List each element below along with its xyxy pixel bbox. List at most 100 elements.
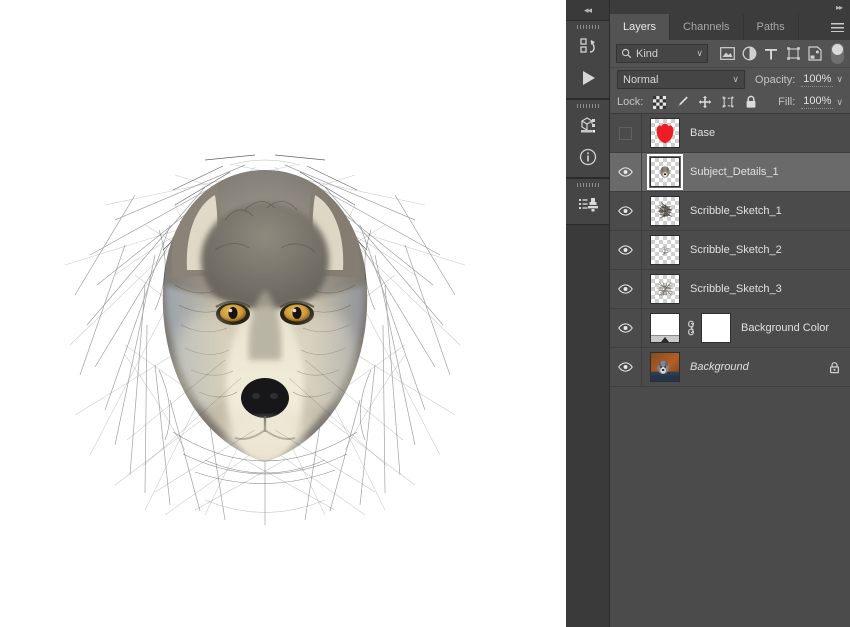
lock-buttons bbox=[652, 95, 758, 109]
layer-visibility-toggle[interactable] bbox=[610, 309, 642, 347]
panel-drag-grip[interactable] bbox=[566, 21, 609, 30]
play-icon[interactable] bbox=[566, 62, 609, 94]
shape-layer-filter-icon[interactable] bbox=[782, 43, 804, 65]
layer-mask-thumbnail[interactable] bbox=[701, 313, 731, 343]
rail-group-3d-info bbox=[566, 99, 609, 178]
photoshop-window: ◂◂ ▸▸ Layers Channels Paths Kind ∨ Norma… bbox=[0, 0, 850, 627]
layer-thumbnail-cell bbox=[642, 352, 680, 382]
rail-collapse-button[interactable]: ◂◂ bbox=[566, 0, 609, 20]
blend-mode-select[interactable]: Normal ∨ bbox=[617, 70, 745, 89]
table-row[interactable]: Base bbox=[610, 114, 850, 153]
layer-thumbnail-cell bbox=[642, 196, 680, 226]
layer-visibility-toggle[interactable] bbox=[610, 192, 642, 230]
filter-type-icons bbox=[716, 43, 826, 65]
layer-name[interactable]: Scribble_Sketch_3 bbox=[690, 283, 782, 295]
eye-visible-icon bbox=[618, 362, 633, 372]
double-chevron-right-icon[interactable]: ▸▸ bbox=[836, 3, 843, 12]
layer-thumbnail-cell bbox=[642, 274, 680, 304]
tab-layers[interactable]: Layers bbox=[610, 14, 671, 40]
chevron-down-icon[interactable]: ∨ bbox=[836, 97, 843, 108]
tab-layers-label: Layers bbox=[623, 21, 657, 33]
opacity-value[interactable]: 100% bbox=[801, 73, 834, 87]
layer-list[interactable]: Base Subject_Details_1 Scribble_Sketch_1… bbox=[610, 114, 850, 627]
filter-kind-label: Kind bbox=[636, 47, 659, 60]
double-chevron-left-icon: ◂◂ bbox=[583, 4, 592, 15]
panel-drag-grip[interactable] bbox=[566, 179, 609, 188]
link-mask-icon[interactable] bbox=[685, 320, 696, 336]
eye-visible-icon bbox=[618, 284, 633, 294]
lock-position-icon[interactable] bbox=[698, 95, 712, 109]
chevron-down-icon: ∨ bbox=[732, 74, 739, 84]
layer-thumbnail-cell bbox=[642, 154, 683, 190]
layer-name[interactable]: Background bbox=[690, 361, 749, 373]
wolf-artwork bbox=[55, 110, 475, 530]
tab-paths[interactable]: Paths bbox=[744, 14, 799, 40]
table-row[interactable]: Background Color bbox=[610, 309, 850, 348]
info-icon[interactable] bbox=[566, 141, 609, 173]
document-canvas[interactable] bbox=[0, 0, 566, 627]
layer-list-empty-space bbox=[610, 387, 850, 587]
layer-name[interactable]: Scribble_Sketch_2 bbox=[690, 244, 782, 256]
layer-thumbnail-cell bbox=[642, 313, 731, 343]
layer-thumbnail-base[interactable] bbox=[650, 118, 680, 148]
tab-channels[interactable]: Channels bbox=[670, 14, 744, 40]
rail-group-clone-source bbox=[566, 178, 609, 225]
layer-thumbnail-scribble-1[interactable] bbox=[650, 196, 680, 226]
type-layer-filter-icon[interactable] bbox=[760, 43, 782, 65]
pixel-layer-filter-icon[interactable] bbox=[716, 43, 738, 65]
layer-visibility-toggle[interactable] bbox=[610, 153, 642, 191]
layer-visibility-toggle[interactable] bbox=[610, 270, 642, 308]
eye-visible-icon bbox=[618, 167, 633, 177]
lock-icon bbox=[830, 361, 840, 373]
table-row[interactable]: Scribble_Sketch_3 bbox=[610, 270, 850, 309]
wolf-head bbox=[162, 170, 368, 462]
history-actions-icon[interactable] bbox=[566, 30, 609, 62]
fill-slider-indicator bbox=[651, 335, 679, 342]
blend-opacity-row: Normal ∨ Opacity: 100% ∨ bbox=[610, 68, 850, 91]
layer-thumbnail-scribble-3[interactable] bbox=[650, 274, 680, 304]
layer-locked-badge bbox=[829, 361, 840, 374]
layer-thumbnail-subject-details[interactable] bbox=[647, 154, 683, 190]
filter-enable-toggle[interactable] bbox=[831, 43, 844, 64]
table-row[interactable]: Background bbox=[610, 348, 850, 387]
hamburger-menu-icon[interactable] bbox=[825, 14, 850, 40]
lock-fill-row: Lock: Fill: 100% ∨ bbox=[610, 91, 850, 114]
chevron-down-icon[interactable]: ∨ bbox=[836, 74, 843, 85]
blend-mode-value: Normal bbox=[623, 73, 659, 86]
search-icon bbox=[621, 48, 632, 59]
lock-label: Lock: bbox=[617, 96, 644, 108]
panel-collapse-bar[interactable]: ▸▸ bbox=[610, 0, 850, 14]
layer-visibility-toggle[interactable] bbox=[610, 231, 642, 269]
adjustment-layer-filter-icon[interactable] bbox=[738, 43, 760, 65]
table-row[interactable]: Scribble_Sketch_2 bbox=[610, 231, 850, 270]
layer-name[interactable]: Background Color bbox=[741, 322, 829, 334]
layer-thumbnail-fill-adjustment[interactable] bbox=[650, 313, 680, 343]
clone-source-icon[interactable] bbox=[566, 188, 609, 220]
eye-hidden-icon[interactable] bbox=[619, 126, 632, 140]
collapsed-panel-rail: ◂◂ bbox=[566, 0, 610, 627]
fill-label: Fill: bbox=[778, 96, 796, 108]
tab-paths-label: Paths bbox=[756, 21, 785, 33]
panel-drag-grip[interactable] bbox=[566, 100, 609, 109]
filter-kind-select[interactable]: Kind ∨ bbox=[616, 44, 708, 63]
eye-visible-icon bbox=[618, 323, 633, 333]
layer-name[interactable]: Base bbox=[690, 127, 715, 139]
layer-thumbnail-cell bbox=[642, 118, 680, 148]
table-row[interactable]: Scribble_Sketch_1 bbox=[610, 192, 850, 231]
lock-image-pixels-icon[interactable] bbox=[675, 95, 689, 109]
3d-properties-icon[interactable] bbox=[566, 109, 609, 141]
layer-thumbnail-scribble-2[interactable] bbox=[650, 235, 680, 265]
layer-name[interactable]: Subject_Details_1 bbox=[690, 166, 779, 178]
lock-artboard-nesting-icon[interactable] bbox=[721, 95, 735, 109]
layer-name[interactable]: Scribble_Sketch_1 bbox=[690, 205, 782, 217]
opacity-field[interactable]: 100% ∨ bbox=[801, 73, 843, 87]
fill-value[interactable]: 100% bbox=[801, 95, 834, 109]
lock-transparent-pixels-icon[interactable] bbox=[652, 95, 666, 109]
fill-field[interactable]: 100% ∨ bbox=[801, 95, 843, 109]
layer-visibility-toggle[interactable] bbox=[610, 114, 642, 152]
layer-visibility-toggle[interactable] bbox=[610, 348, 642, 386]
lock-all-icon[interactable] bbox=[744, 95, 758, 109]
table-row[interactable]: Subject_Details_1 bbox=[610, 153, 850, 192]
layer-thumbnail-background-photo[interactable] bbox=[650, 352, 680, 382]
smart-object-filter-icon[interactable] bbox=[804, 43, 826, 65]
